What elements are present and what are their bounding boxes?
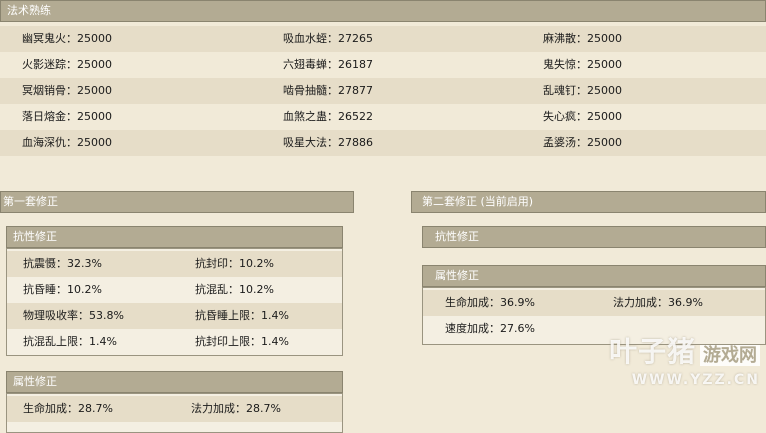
table-cell: 法力加成：36.9% [613,296,703,309]
mastery-header: 法术熟练 [0,0,766,22]
watermark-brand: 叶子猪 [609,335,697,368]
set1-resist-header: 抗性修正 [6,226,343,248]
table-row: 抗混乱上限：1.4% 抗封印上限：1.4% [7,329,342,355]
table-cell: 抗震慑：32.3% [23,257,102,270]
watermark-url: WWW.YZZ.CN [631,372,760,388]
table-cell: 幽冥鬼火：25000 [22,32,112,45]
table-cell: 落日熔金：25000 [22,110,112,123]
table-row: 生命加成：28.7% 法力加成：28.7% [7,396,342,422]
table-cell: 血煞之蛊：26522 [283,110,373,123]
table-cell: 抗封印：10.2% [195,257,274,270]
table-cell: 血海深仇：25000 [22,136,112,149]
table-cell: 法力加成：28.7% [191,402,281,415]
table-cell: 抗混乱上限：1.4% [23,335,117,348]
table-cell: 鬼失惊：25000 [543,58,622,71]
table-cell: 六翅毒蝉：26187 [283,58,373,71]
set2-resist-header: 抗性修正 [422,226,766,248]
table-row: 幽冥鬼火：25000 吸血水蛭：27265 麻沸散：25000 [0,26,766,52]
table-row: 抗昏睡：10.2% 抗混乱：10.2% [7,277,342,303]
table-cell: 生命加成：28.7% [23,402,113,415]
table-cell: 冥烟销骨：25000 [22,84,112,97]
watermark-tag: 游戏网 [700,345,760,366]
table-cell: 物理吸收率：53.8% [23,309,124,322]
table-cell: 抗混乱：10.2% [195,283,274,296]
watermark: 叶子猪 游戏网 WWW.YZZ.CN [609,330,760,388]
table-cell: 失心疯：25000 [543,110,622,123]
table-cell: 啮骨抽髓：27877 [283,84,373,97]
table-cell: 速度加成：27.6% [445,322,535,335]
table-row: 抗震慑：32.3% 抗封印：10.2% [7,251,342,277]
table-row: 冥烟销骨：25000 啮骨抽髓：27877 乱魂钉：25000 [0,78,766,104]
table-cell: 乱魂钉：25000 [543,84,622,97]
table-cell: 抗昏睡上限：1.4% [195,309,289,322]
set1-resist-panel: 抗震慑：32.3% 抗封印：10.2% 抗昏睡：10.2% 抗混乱：10.2% … [6,248,343,356]
table-row: 生命加成：36.9% 法力加成：36.9% [423,290,765,316]
set2-header: 第二套修正 (当前启用) [411,191,766,213]
table-cell: 吸星大法：27886 [283,136,373,149]
set1-header: 第一套修正 [0,191,354,213]
table-cell: 吸血水蛭：27265 [283,32,373,45]
table-row: 血海深仇：25000 吸星大法：27886 孟婆汤：25000 [0,130,766,156]
table-row: 落日熔金：25000 血煞之蛊：26522 失心疯：25000 [0,104,766,130]
mastery-table: 幽冥鬼火：25000 吸血水蛭：27265 麻沸散：25000 火影迷踪：250… [0,22,766,156]
set2-attr-header: 属性修正 [422,265,766,287]
table-cell: 麻沸散：25000 [543,32,622,45]
set1-attr-header: 属性修正 [6,371,343,393]
table-cell: 生命加成：36.9% [445,296,535,309]
table-row: 物理吸收率：53.8% 抗昏睡上限：1.4% [7,303,342,329]
table-row: 火影迷踪：25000 六翅毒蝉：26187 鬼失惊：25000 [0,52,766,78]
table-cell: 抗封印上限：1.4% [195,335,289,348]
table-cell: 抗昏睡：10.2% [23,283,102,296]
table-cell: 孟婆汤：25000 [543,136,622,149]
set1-attr-panel: 生命加成：28.7% 法力加成：28.7% [6,393,343,433]
table-cell: 火影迷踪：25000 [22,58,112,71]
